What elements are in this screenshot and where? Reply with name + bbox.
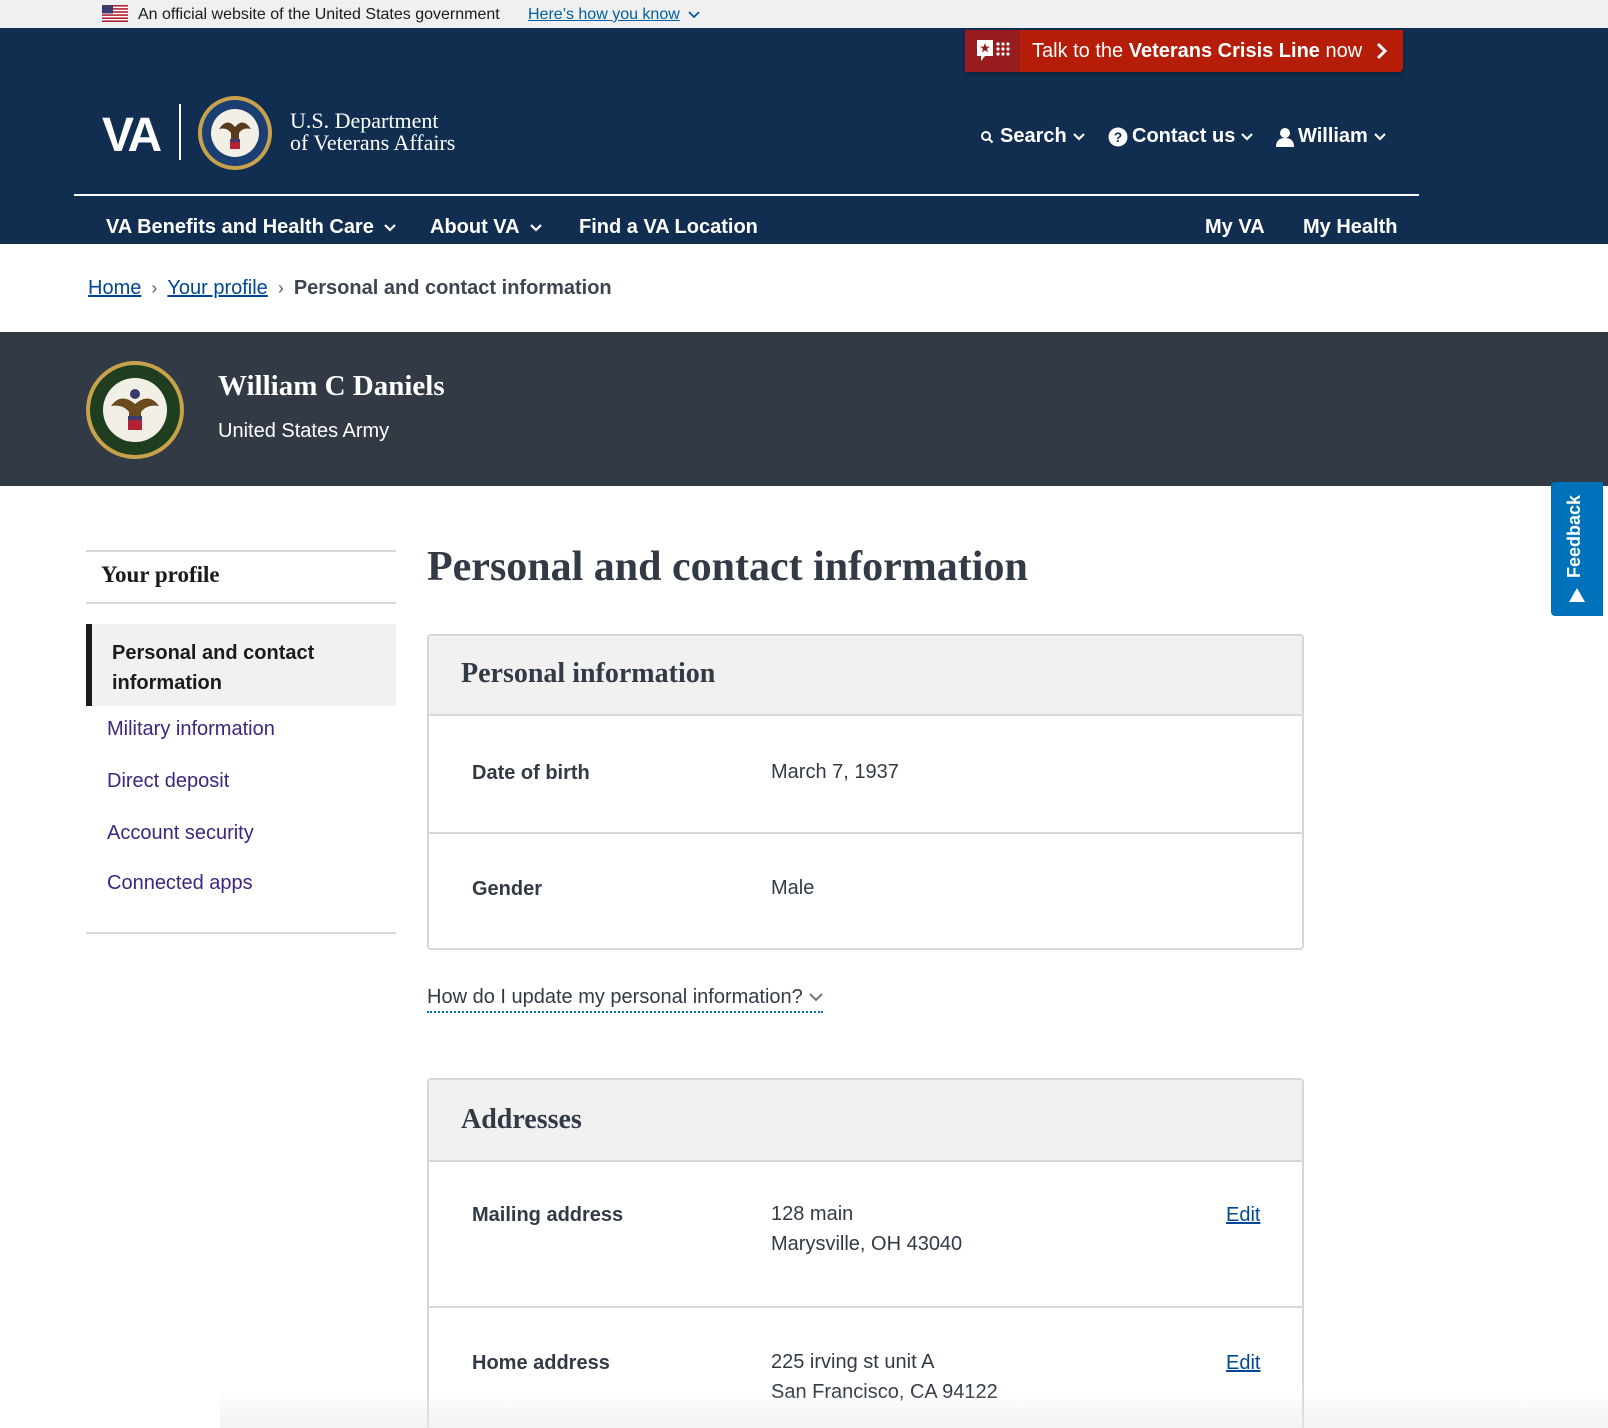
department-name-line1: U.S. Department [290, 108, 439, 133]
site-header: Talk to the Veterans Crisis Line now VA … [0, 28, 1608, 244]
edit-mailing-address-button[interactable]: Edit [1226, 1204, 1260, 1227]
profile-name: William C Daniels [218, 370, 445, 402]
crisis-line-name: Veterans Crisis Line [1128, 40, 1320, 62]
search-menu-button[interactable]: Search [980, 125, 1085, 148]
chevron-right-icon [1376, 42, 1388, 60]
chevron-down-icon [1374, 132, 1386, 141]
contact-us-label: Contact us [1132, 125, 1236, 147]
row-divider [429, 1306, 1302, 1308]
breadcrumb-your-profile[interactable]: Your profile [167, 277, 267, 299]
sidenav-item-military[interactable]: Military information [107, 718, 275, 741]
sidenav-item-account-security[interactable]: Account security [107, 822, 254, 845]
triangle-up-icon [1569, 588, 1585, 602]
chevron-down-icon [1072, 132, 1085, 141]
nav-about-va[interactable]: About VA [430, 216, 542, 239]
card-header: Addresses [429, 1080, 1302, 1162]
mailing-address-value: 128 main Marysville, OH 43040 [771, 1199, 962, 1259]
breadcrumb-separator: › [277, 278, 284, 298]
nav-find-va-location[interactable]: Find a VA Location [579, 216, 758, 239]
department-name[interactable]: U.S. Department of Veterans Affairs [290, 110, 455, 154]
heres-how-you-know-link[interactable]: Here’s how you know [528, 6, 680, 24]
chevron-down-icon [529, 223, 542, 232]
page-title: Personal and contact information [427, 544, 1028, 590]
chevron-down-icon [1241, 132, 1254, 141]
mailing-address-line1: 128 main [771, 1203, 854, 1225]
sidenav-item-personal-contact[interactable]: Personal and contact information [86, 624, 396, 706]
va-logo[interactable]: VA [102, 108, 162, 163]
addresses-card: Addresses Mailing address 128 main Marys… [427, 1078, 1304, 1428]
department-name-line2: of Veterans Affairs [290, 130, 456, 155]
user-name-label: William [1298, 125, 1368, 147]
sidenav-item-direct-deposit[interactable]: Direct deposit [107, 770, 229, 793]
chevron-down-icon [384, 223, 396, 232]
sidenav-divider [86, 602, 396, 604]
sidenav-title: Your profile [101, 562, 220, 587]
mailing-address-line2: Marysville, OH 43040 [771, 1233, 963, 1255]
nav-about-label: About VA [430, 216, 520, 238]
home-address-label: Home address [472, 1352, 610, 1374]
nav-benefits-and-health-care[interactable]: VA Benefits and Health Care [106, 216, 396, 239]
nav-benefits-label: VA Benefits and Health Care [106, 216, 374, 238]
mailing-address-label: Mailing address [472, 1204, 624, 1226]
chevron-down-icon [809, 993, 823, 1002]
update-personal-info-label: How do I update my personal information? [427, 986, 803, 1008]
svg-text:?: ? [1114, 129, 1123, 145]
crisis-line-prefix: Talk to the [1032, 40, 1129, 62]
sidenav-item-connected-apps[interactable]: Connected apps [107, 872, 253, 895]
army-seal-icon [86, 361, 184, 459]
card-title: Addresses [461, 1104, 582, 1135]
card-header: Personal information [429, 636, 1302, 716]
question-circle-icon: ? [1108, 127, 1128, 147]
breadcrumb: Home › Your profile › Personal and contact i… [88, 277, 612, 300]
header-divider [74, 194, 1419, 196]
home-address-line1: 225 irving st unit A [771, 1351, 935, 1373]
feedback-tab[interactable]: Feedback [1551, 482, 1603, 616]
sidenav-divider [86, 932, 396, 934]
crisis-line-suffix: now [1319, 40, 1363, 62]
row-divider [429, 832, 1302, 834]
nav-my-health[interactable]: My Health [1303, 216, 1397, 239]
gender-value: Male [771, 877, 815, 899]
official-gov-banner: An official website of the United States… [0, 0, 1608, 28]
breadcrumb-separator: › [151, 278, 158, 298]
user-icon [1276, 127, 1294, 147]
sidenav-item-label: Personal and contact information [112, 642, 315, 694]
crisis-line-label: Talk to the Veterans Crisis Line now [1032, 40, 1362, 63]
breadcrumb-current: Personal and contact information [293, 277, 612, 299]
veterans-crisis-line-button[interactable]: Talk to the Veterans Crisis Line now [965, 30, 1403, 72]
crisis-line-icon-box [965, 30, 1020, 72]
crisis-line-icon [977, 40, 1010, 61]
home-address-line2: San Francisco, CA 94122 [771, 1381, 998, 1403]
gender-label: Gender [472, 878, 543, 900]
us-flag-icon [102, 5, 128, 22]
feedback-label: Feedback [1564, 494, 1584, 578]
date-of-birth-value: March 7, 1937 [771, 761, 899, 783]
search-icon [981, 130, 994, 143]
va-seal-icon[interactable] [197, 95, 273, 171]
date-of-birth-label: Date of birth [472, 762, 590, 784]
nav-my-va[interactable]: My VA [1205, 216, 1265, 239]
search-label: Search [1000, 125, 1067, 147]
contact-us-menu-button[interactable]: ? Contact us [1108, 125, 1254, 148]
service-branch: United States Army [218, 420, 390, 442]
chevron-down-icon[interactable] [688, 10, 700, 20]
breadcrumb-home[interactable]: Home [88, 277, 141, 299]
home-address-value: 225 irving st unit A San Francisco, CA 9… [771, 1347, 998, 1407]
update-personal-info-toggle[interactable]: How do I update my personal information? [427, 986, 823, 1013]
profile-hero: William C Daniels United States Army [0, 332, 1608, 486]
sidenav-divider [86, 550, 396, 552]
user-menu-button[interactable]: William [1276, 125, 1386, 148]
personal-information-card: Personal information Date of birth March… [427, 634, 1304, 950]
gov-banner-text: An official website of the United States… [138, 6, 500, 23]
card-title: Personal information [461, 658, 716, 689]
logo-divider [179, 104, 181, 160]
edit-home-address-button[interactable]: Edit [1226, 1352, 1260, 1375]
